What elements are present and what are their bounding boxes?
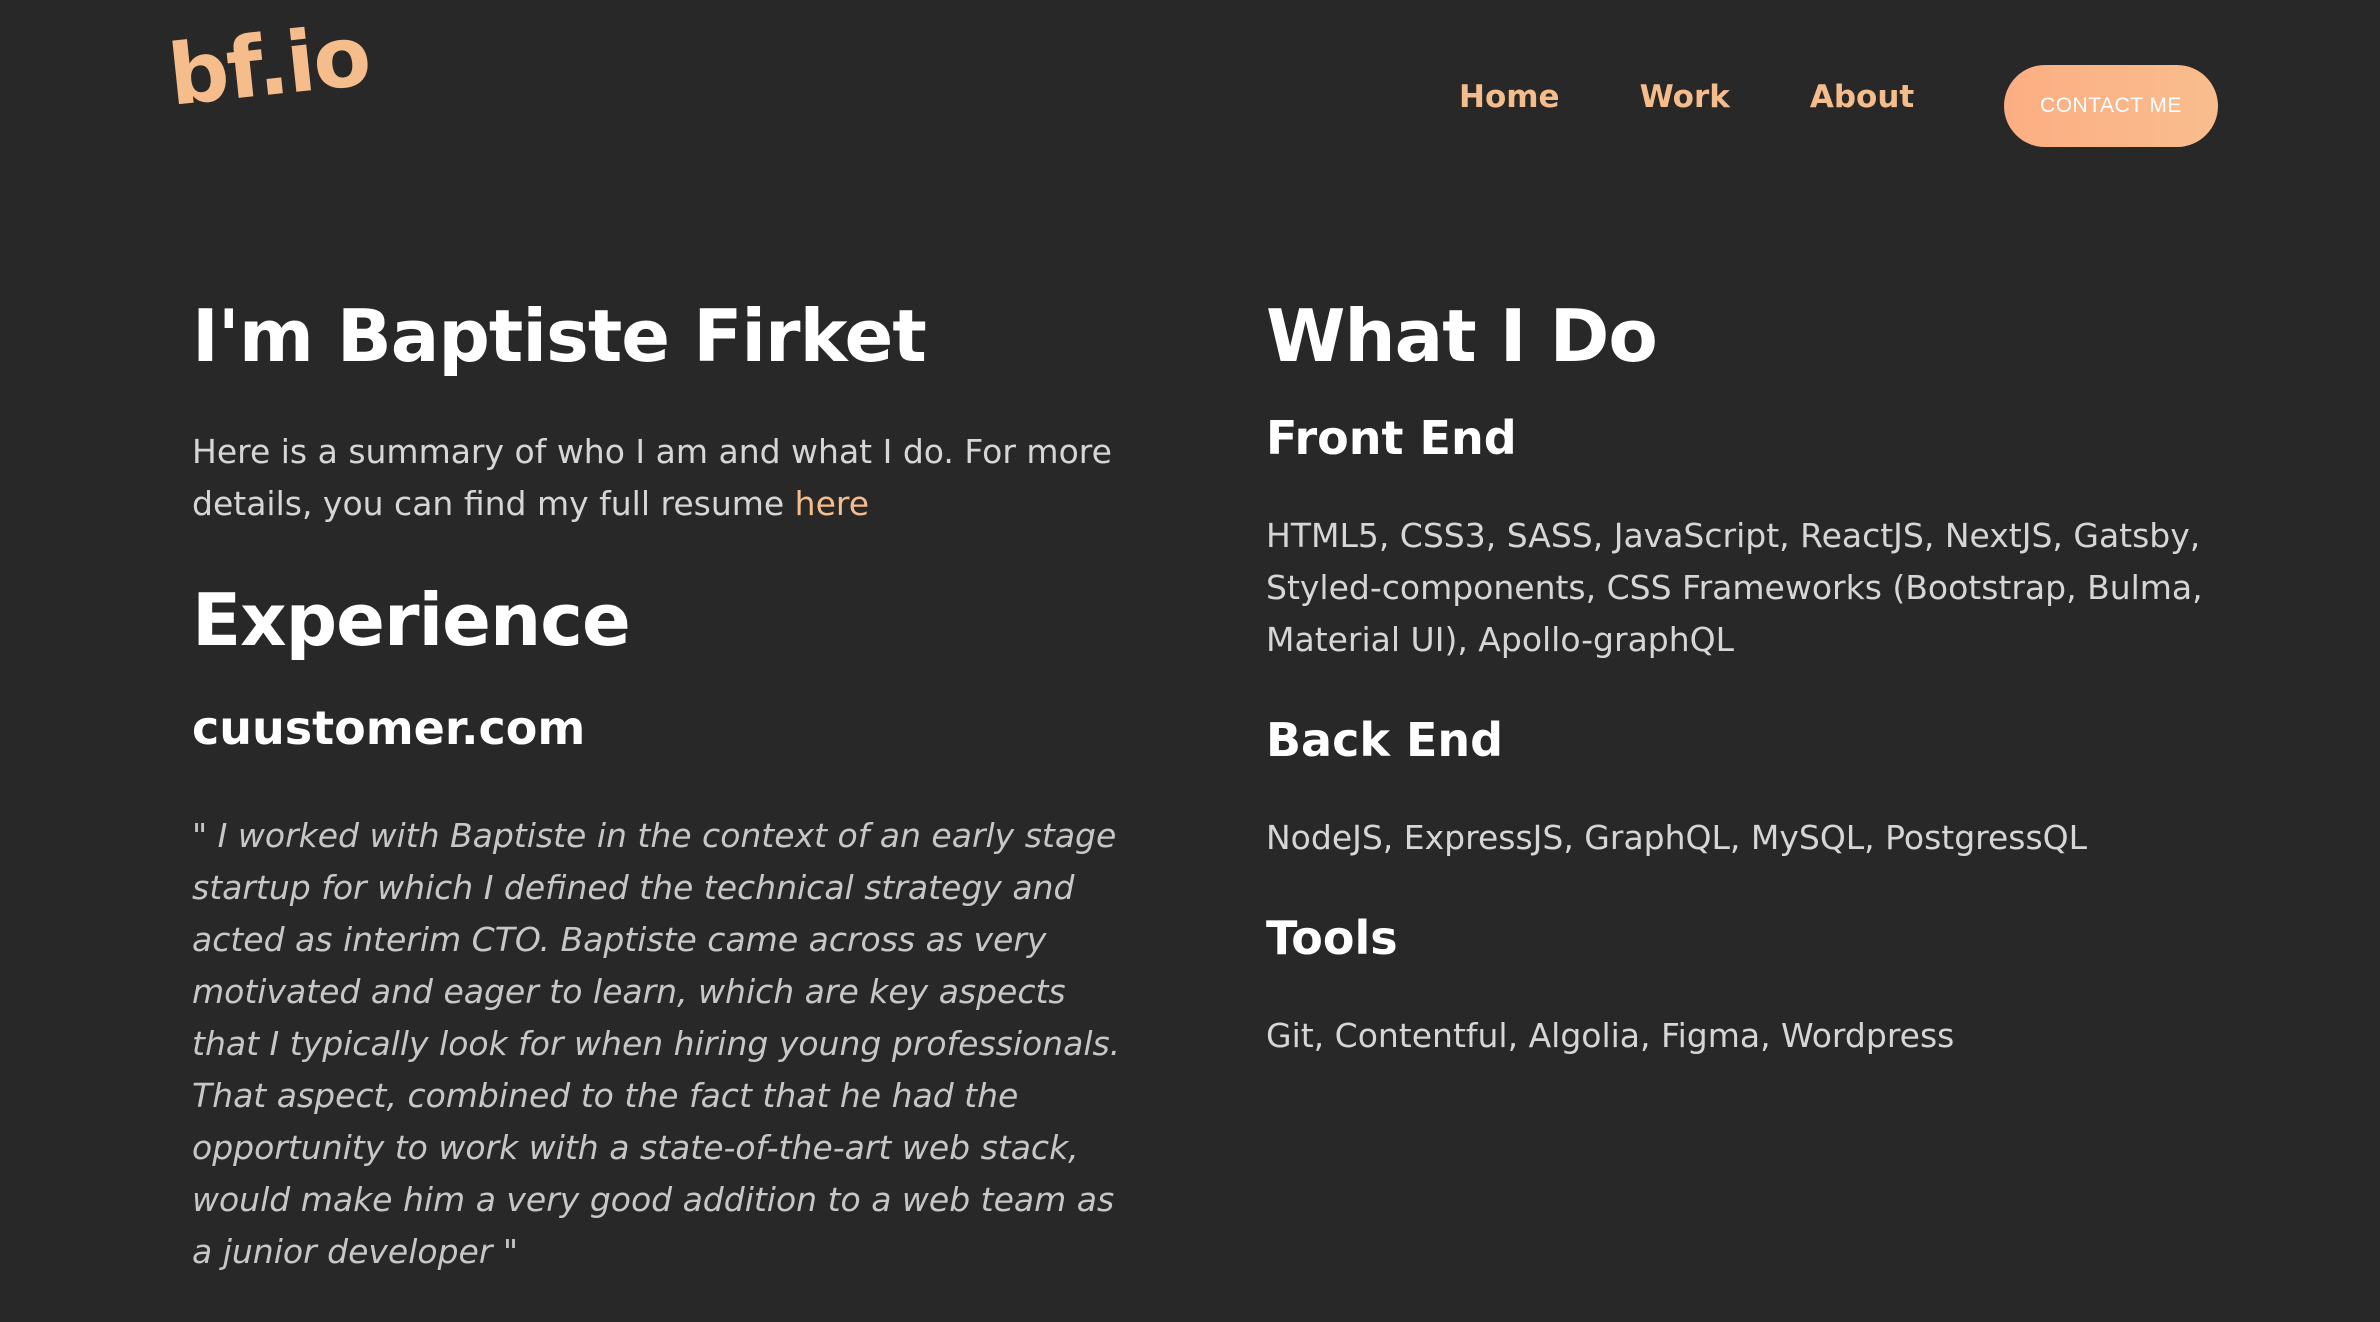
about-summary-text: Here is a summary of who I am and what I… bbox=[192, 432, 1112, 523]
main-nav: Home Work About bbox=[1459, 82, 1914, 113]
site-logo[interactable]: bf.io bbox=[164, 6, 374, 124]
experience-quote: " I worked with Baptiste in the context … bbox=[192, 816, 1121, 1271]
back-end-title: Back End bbox=[1266, 713, 1504, 767]
about-column: I'm Baptiste Firket Here is a summary of… bbox=[192, 288, 1132, 1278]
nav-home-link[interactable]: Home bbox=[1459, 82, 1560, 113]
experience-title: Experience bbox=[192, 578, 631, 662]
contact-me-button[interactable]: CONTACT ME bbox=[2004, 65, 2218, 147]
about-summary: Here is a summary of who I am and what I… bbox=[192, 426, 1132, 530]
front-end-skills: HTML5, CSS3, SASS, JavaScript, ReactJS, … bbox=[1266, 516, 2203, 659]
back-end-skills: NodeJS, ExpressJS, GraphQL, MySQL, Postg… bbox=[1266, 818, 2088, 857]
about-title: I'm Baptiste Firket bbox=[192, 294, 927, 378]
tools-title: Tools bbox=[1266, 911, 1398, 965]
front-end-title: Front End bbox=[1266, 411, 1517, 465]
tools-skills: Git, Contentful, Algolia, Figma, Wordpre… bbox=[1266, 1016, 1955, 1055]
experience-company: cuustomer.com bbox=[192, 701, 586, 755]
nav-about-link[interactable]: About bbox=[1810, 82, 1914, 113]
skills-title: What I Do bbox=[1266, 294, 1658, 378]
nav-work-link[interactable]: Work bbox=[1640, 82, 1730, 113]
skills-column: What I Do Front End HTML5, CSS3, SASS, J… bbox=[1266, 288, 2226, 1062]
resume-link[interactable]: here bbox=[795, 484, 869, 523]
